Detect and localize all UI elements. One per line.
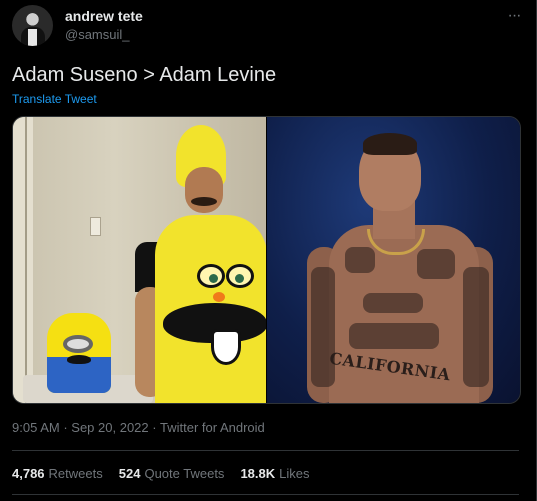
quote-tweets-stat[interactable]: 524 Quote Tweets — [119, 466, 225, 481]
avatar-shirt — [28, 29, 37, 46]
likes-count: 18.8K — [240, 466, 276, 481]
tweet-date[interactable]: Sep 20, 2022 — [71, 420, 148, 435]
likes-label: Likes — [279, 466, 310, 481]
quote-tweets-count: 524 — [118, 466, 141, 481]
quote-tweets-label: Quote Tweets — [144, 466, 225, 481]
media-grid: CALIFORNIA — [12, 116, 521, 404]
costume-pupil-left — [209, 274, 218, 283]
tweet-time[interactable]: 9:05 AM — [12, 420, 60, 435]
divider — [12, 450, 519, 451]
retweets-label: Retweets — [48, 466, 103, 481]
tattoo-sleeve-right — [463, 267, 489, 387]
divider — [12, 494, 519, 495]
tweet-source[interactable]: Twitter for Android — [160, 420, 265, 435]
man-face — [185, 167, 223, 213]
meta-separator: · — [152, 420, 160, 435]
author-info: andrew tete @samsuil_ — [65, 8, 143, 44]
retweets-stat[interactable]: 4,786 Retweets — [12, 466, 103, 481]
costume-nose — [213, 292, 225, 302]
likes-stat[interactable]: 18.8K Likes — [240, 466, 309, 481]
tweet-text: Adam Suseno > Adam Levine — [12, 64, 277, 86]
costume-mouth — [211, 329, 241, 365]
door-frame — [25, 117, 27, 403]
tattoo-sleeve-left — [311, 267, 335, 387]
tweet-meta: 9:05 AM · Sep 20, 2022 · Twitter for And… — [12, 420, 265, 435]
avatar[interactable] — [12, 5, 53, 46]
tattoo-belly — [349, 323, 439, 349]
media-photo-left[interactable] — [13, 117, 266, 403]
tattoo-swallows — [363, 293, 423, 313]
hair — [363, 133, 417, 155]
light-switch — [90, 217, 101, 236]
door — [13, 117, 33, 403]
author-handle[interactable]: @samsuil_ — [65, 25, 143, 44]
retweets-count: 4,786 — [12, 466, 45, 481]
man-mustache — [191, 197, 217, 206]
translate-tweet-link[interactable]: Translate Tweet — [12, 92, 97, 106]
minion-cake-goggle — [63, 335, 93, 353]
minion-cake-mustache — [67, 355, 91, 364]
tweet-stats: 4,786 Retweets 524 Quote Tweets 18.8K Likes — [12, 466, 326, 481]
tattoo-chest-left — [345, 247, 375, 273]
media-photo-right[interactable]: CALIFORNIA — [267, 117, 520, 403]
costume-pupil-right — [235, 274, 244, 283]
author-name[interactable]: andrew tete — [65, 8, 143, 25]
tweet: andrew tete @samsuil_ ··· Adam Suseno > … — [0, 0, 537, 501]
tattoo-chest-right — [417, 249, 455, 279]
more-horizontal-icon[interactable]: ··· — [504, 6, 524, 26]
